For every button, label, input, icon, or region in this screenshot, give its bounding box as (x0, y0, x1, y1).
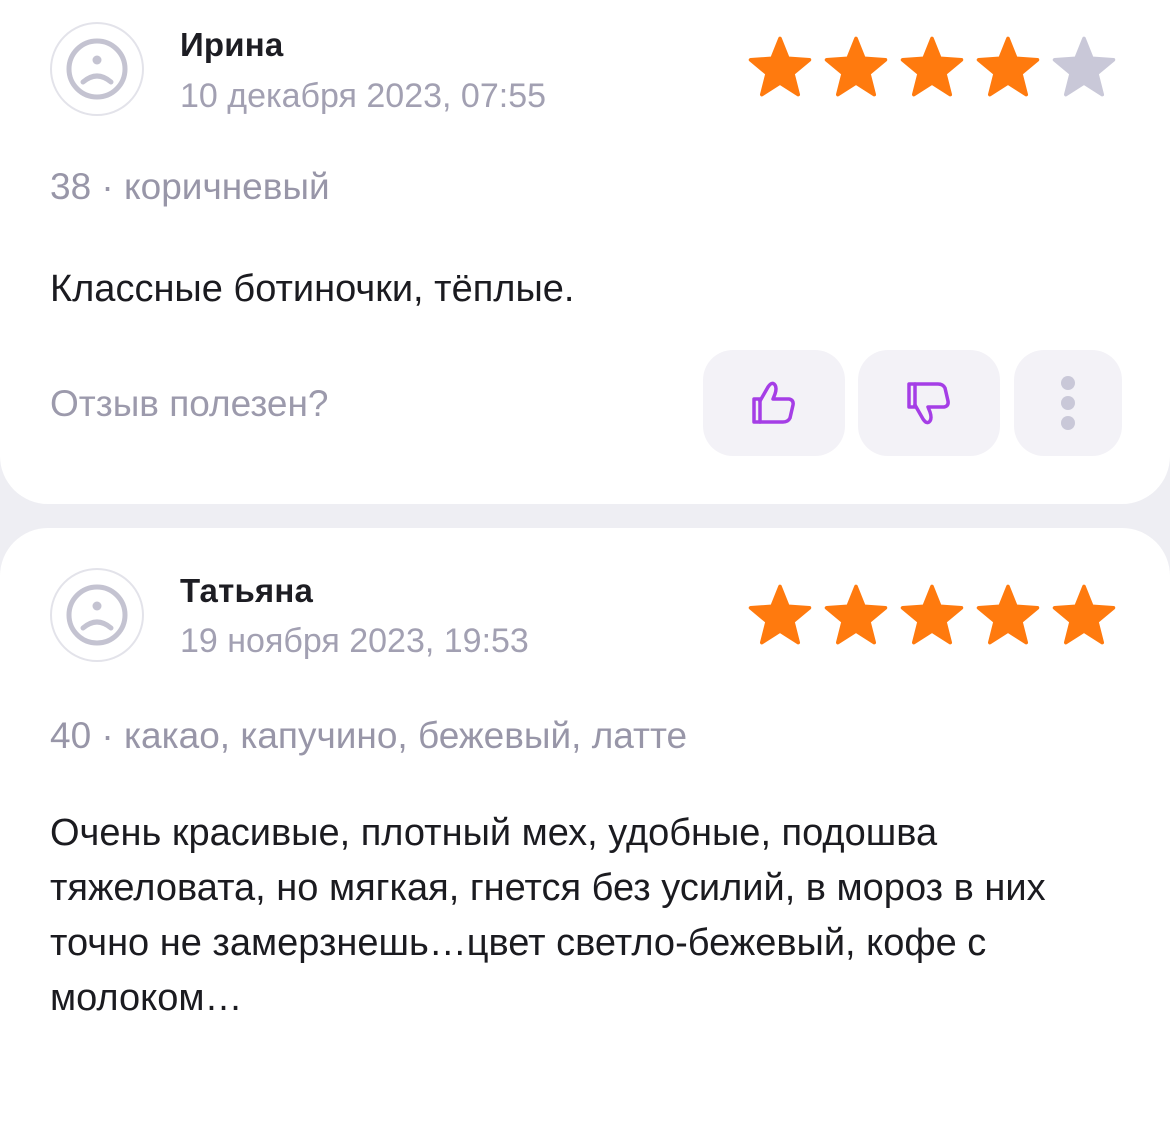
sad-face-icon (66, 38, 128, 100)
star-filled-icon (748, 36, 812, 97)
star-empty-icon (1052, 36, 1116, 97)
more-vertical-icon (1061, 376, 1075, 430)
star-filled-icon (900, 36, 964, 97)
star-filled-icon (1052, 584, 1116, 645)
star-filled-icon (748, 584, 812, 645)
review-date: 19 ноября 2023, 19:53 (180, 622, 529, 660)
dislike-button[interactable] (858, 350, 1000, 456)
star-rating (746, 34, 1118, 100)
review-card: Ирина 10 декабря 2023, 07:55 38 · коричн… (0, 0, 1170, 504)
helpful-question: Отзыв полезен? (50, 383, 329, 424)
more-options-button[interactable] (1014, 350, 1122, 456)
review-variant: 40 · какао, капучино, бежевый, латте (50, 715, 688, 756)
review-card: Татьяна 19 ноября 2023, 19:53 40 · какао… (0, 528, 1170, 1128)
thumbs-up-icon (752, 381, 795, 424)
review-author: Ирина (180, 26, 284, 63)
review-author: Татьяна (180, 572, 314, 609)
sad-face-icon (66, 584, 128, 646)
avatar (50, 568, 144, 662)
like-button[interactable] (703, 350, 845, 456)
star-filled-icon (976, 36, 1040, 97)
star-filled-icon (900, 584, 964, 645)
review-text: Классные ботиночки, тёплые. (50, 268, 575, 310)
star-rating (746, 582, 1118, 648)
review-date: 10 декабря 2023, 07:55 (180, 77, 547, 115)
star-filled-icon (824, 584, 888, 645)
review-text: Очень красивые, плотный мех, удобные, по… (50, 812, 1046, 1019)
avatar (50, 22, 144, 116)
star-filled-icon (976, 584, 1040, 645)
thumbs-down-icon (907, 382, 950, 425)
review-variant: 38 · коричневый (50, 166, 330, 207)
star-filled-icon (824, 36, 888, 97)
